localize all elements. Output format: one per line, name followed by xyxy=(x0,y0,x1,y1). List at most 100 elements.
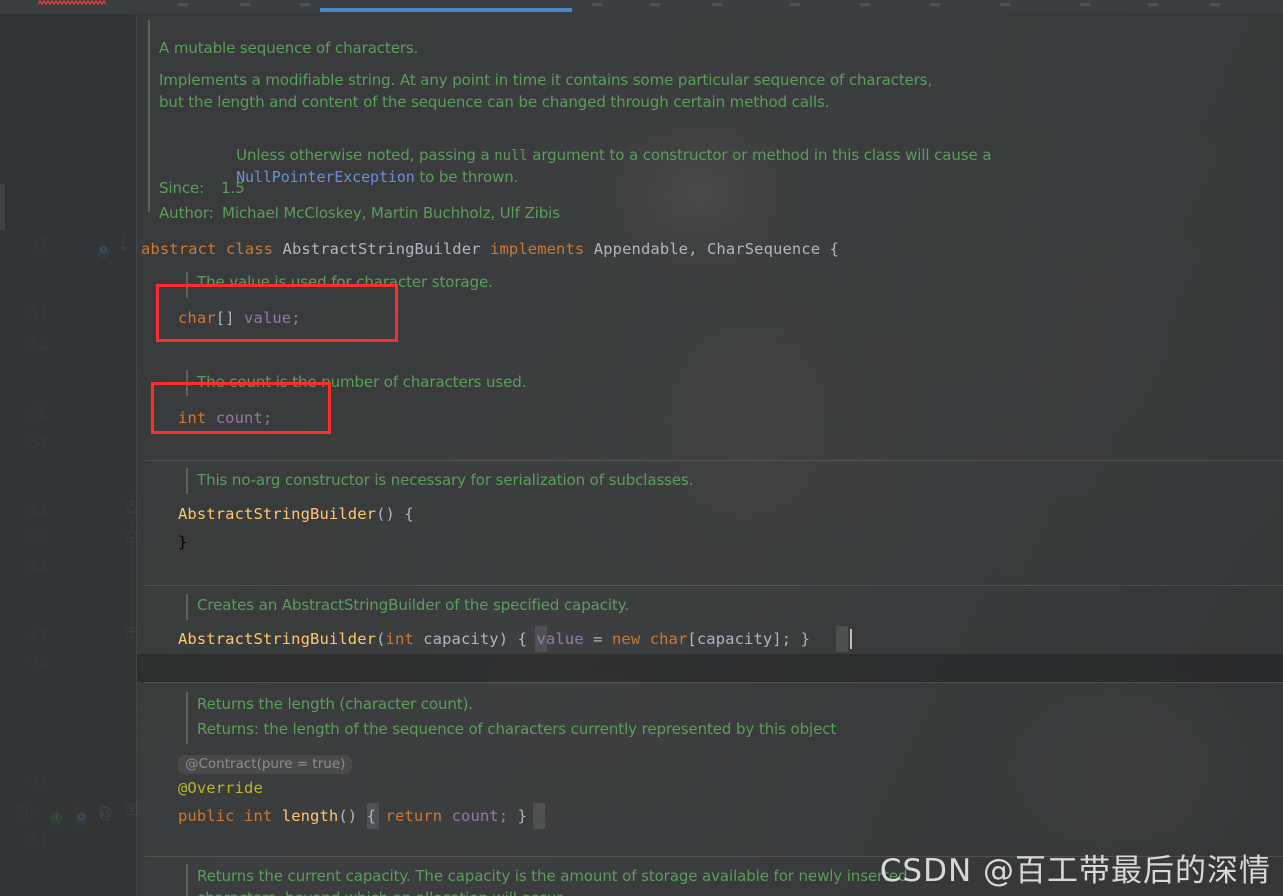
type-char: char xyxy=(178,309,216,327)
javadoc-line: Returns the length (character count). xyxy=(197,695,474,713)
tab-separator xyxy=(650,3,660,6)
paren-close: ) xyxy=(498,630,509,648)
field-ref-value: value xyxy=(536,630,584,648)
array-brackets: [] xyxy=(215,309,235,327)
brace-open: { xyxy=(517,630,528,648)
javadoc-author-value: Michael McCloskey, Martin Buchholz, Ulf … xyxy=(222,204,560,222)
tab-separator xyxy=(1148,3,1158,6)
brace-close: } xyxy=(800,630,811,648)
type-char: char xyxy=(649,630,688,648)
keyword-return: return xyxy=(385,807,443,825)
code-line-override-annotation[interactable]: @Override xyxy=(178,779,263,797)
tab-separator xyxy=(1000,3,1010,6)
interface-charsequence: CharSequence xyxy=(706,240,821,258)
field-ref-count: count xyxy=(451,807,499,825)
code-line-ctor-noarg[interactable]: AbstractStringBuilder() { xyxy=(178,505,414,523)
javadoc-link[interactable]: NullPointerException xyxy=(236,168,415,186)
brace-match-highlight xyxy=(836,626,848,652)
brace-match-highlight xyxy=(533,803,545,829)
javadoc-line: The count is the number of characters us… xyxy=(197,373,527,391)
member-separator xyxy=(145,460,1283,461)
array-index: [capacity]; xyxy=(687,630,792,648)
javadoc-marker-bar xyxy=(186,468,188,494)
member-separator xyxy=(145,682,1283,683)
javadoc-text: argument to a constructor or method in t… xyxy=(527,146,992,164)
javadoc-text: to be thrown. xyxy=(414,168,519,186)
code-line-field-value[interactable]: char[] value; xyxy=(178,309,301,327)
code-line-ctor-capacity[interactable]: AbstractStringBuilder(int capacity) { va… xyxy=(178,630,810,648)
param-capacity: capacity xyxy=(423,630,499,648)
brace-close: } xyxy=(517,807,528,825)
javadoc-npe-line: NullPointerException to be thrown. xyxy=(159,148,518,205)
keyword-class: class xyxy=(225,240,274,258)
code-line-ctor-close[interactable]: } xyxy=(178,533,187,551)
keyword-public: public xyxy=(178,807,235,825)
semicolon: ; xyxy=(291,309,301,327)
paren-open: ( xyxy=(376,630,386,648)
member-separator xyxy=(145,585,1283,586)
code-line-field-count[interactable]: int count; xyxy=(178,409,272,427)
tab-separator xyxy=(930,3,940,6)
type-int: int xyxy=(385,630,414,648)
assign-operator: = xyxy=(593,630,603,648)
class-name: AbstractStringBuilder xyxy=(282,240,481,258)
csdn-watermark: CSDN @百工带最后的深情 xyxy=(879,853,1271,889)
javadoc-line: The value is used for character storage. xyxy=(197,273,493,291)
tab-separator xyxy=(1080,3,1090,6)
text-caret xyxy=(850,629,852,649)
interface-appendable: Appendable, xyxy=(593,240,698,258)
tab-error-squiggle-icon xyxy=(38,0,106,6)
javadoc-line: characters, beyond which an allocation w… xyxy=(197,889,566,896)
code-editor[interactable]: 47 51 52 56 57 61 62 63 67 70 77 78 81 O… xyxy=(0,14,1283,896)
brace-open: { xyxy=(366,807,377,825)
javadoc-line: This no-arg constructor is necessary for… xyxy=(197,471,694,489)
type-int: int xyxy=(244,807,273,825)
semicolon: ; xyxy=(262,409,273,427)
javadoc-marker-bar xyxy=(186,594,188,620)
constructor-name: AbstractStringBuilder xyxy=(178,630,377,648)
editor-gutter[interactable] xyxy=(0,14,137,896)
brace-open: { xyxy=(404,505,414,523)
code-content[interactable]: A mutable sequence of characters. Implem… xyxy=(137,14,1283,896)
vcs-annotation-strip xyxy=(0,184,5,230)
javadoc-line: Returns the current capacity. The capaci… xyxy=(197,867,908,885)
parens: () xyxy=(376,505,395,523)
javadoc-line: A mutable sequence of characters. xyxy=(159,39,419,57)
javadoc-marker-bar xyxy=(186,370,188,396)
javadoc-marker-bar xyxy=(148,20,150,212)
code-line-class-declaration[interactable]: abstract class AbstractStringBuilder imp… xyxy=(141,240,839,258)
ide-window: 47 51 52 56 57 61 62 63 67 70 77 78 81 O… xyxy=(0,0,1283,896)
keyword-implements: implements xyxy=(490,240,585,258)
tab-separator xyxy=(592,3,602,6)
javadoc-marker-bar xyxy=(186,272,188,298)
tab-separator xyxy=(240,3,250,6)
javadoc-marker-bar xyxy=(186,692,188,744)
keyword-abstract: abstract xyxy=(141,240,217,258)
javadoc-line: Implements a modifiable string. At any p… xyxy=(159,71,933,89)
gutter-divider xyxy=(136,14,137,896)
javadoc-author-label: Author: xyxy=(159,204,214,222)
code-line-band xyxy=(137,654,1283,682)
code-line-length-method[interactable]: public int length() { return count; } xyxy=(178,807,527,825)
constructor-name: AbstractStringBuilder xyxy=(178,505,377,523)
active-tab-underline xyxy=(320,8,572,12)
field-name-count: count xyxy=(215,409,263,427)
inlay-hint-contract[interactable]: @Contract(pure = true) xyxy=(178,755,353,774)
tab-separator xyxy=(178,3,188,6)
semicolon: ; xyxy=(498,807,509,825)
tab-separator xyxy=(790,3,800,6)
brace-open: { xyxy=(829,240,840,258)
javadoc-returns-line: Returns: the length of the sequence of c… xyxy=(197,720,837,738)
tab-separator xyxy=(712,3,722,6)
method-name-length: length xyxy=(281,807,339,825)
javadoc-since-label: Since: xyxy=(159,179,205,197)
tab-separator xyxy=(300,3,310,6)
editor-tab-bar[interactable] xyxy=(0,0,1283,14)
javadoc-marker-bar xyxy=(186,864,188,896)
javadoc-line: but the length and content of the sequen… xyxy=(159,93,830,111)
keyword-new: new xyxy=(611,630,641,648)
type-int: int xyxy=(178,409,207,427)
javadoc-line: Creates an AbstractStringBuilder of the … xyxy=(197,596,630,614)
javadoc-since-value: 1.5 xyxy=(221,179,245,197)
tab-separator xyxy=(860,3,870,6)
